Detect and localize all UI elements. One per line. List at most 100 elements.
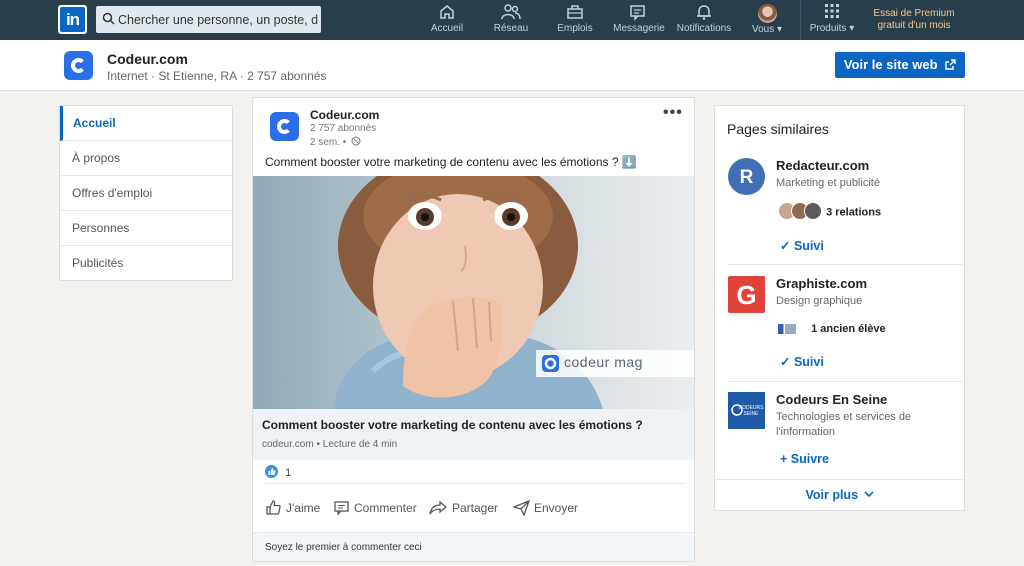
nav-item-label: Produits: [809, 23, 847, 34]
school-logo-icon: [778, 324, 796, 335]
nav-item-notifications[interactable]: Notifications: [672, 3, 736, 37]
post-author-followers: 2 757 abonnés: [310, 123, 377, 134]
relation-avatars: [778, 202, 822, 223]
grid-icon: [825, 4, 839, 18]
top-navigation-bar: in Accueil Réseau Emplois Messagerie Not…: [0, 0, 1024, 40]
like-reaction-icon: [265, 465, 278, 478]
visit-website-button[interactable]: Voir le site web: [835, 52, 965, 78]
feed-post: Codeur.com 2 757 abonnés 2 sem. • ••• Co…: [252, 97, 695, 562]
comment-icon: [334, 501, 349, 516]
similar-pages-title: Pages similaires: [727, 121, 829, 137]
post-link-preview[interactable]: Comment booster votre marketing de conte…: [253, 409, 694, 460]
share-button[interactable]: Partager: [429, 499, 498, 516]
linkedin-logo[interactable]: in: [58, 5, 87, 34]
similar-page-name[interactable]: Redacteur.com: [776, 158, 869, 173]
chevron-down-icon: ▾: [777, 24, 783, 35]
similar-page-name[interactable]: Graphiste.com: [776, 276, 867, 291]
network-icon: [501, 4, 521, 20]
search-input[interactable]: [118, 6, 318, 33]
similar-page-subtitle: Marketing et publicité: [776, 177, 880, 189]
similar-page-subtitle: Technologies et services de l'informatio…: [776, 411, 912, 438]
following-button[interactable]: ✓ Suivi: [780, 238, 824, 253]
like-button[interactable]: J'aime: [265, 499, 320, 516]
send-icon: [511, 499, 531, 517]
chevron-down-icon: ▾: [849, 23, 855, 34]
post-timestamp: 2 sem. •: [310, 136, 361, 148]
nav-item-label: Emplois: [557, 23, 593, 34]
bell-icon: [697, 5, 711, 20]
company-logo[interactable]: [64, 51, 93, 80]
panel-divider: [715, 479, 964, 480]
reaction-count-value: 1: [285, 467, 292, 479]
send-button[interactable]: Envoyer: [511, 499, 578, 517]
thumbs-up-icon: [266, 500, 281, 515]
following-button[interactable]: ✓ Suivi: [780, 354, 824, 369]
link-preview-title: Comment booster votre marketing de conte…: [262, 418, 643, 432]
similar-page-relations[interactable]: 3 relations: [778, 202, 881, 223]
see-more-button[interactable]: Voir plus: [715, 488, 964, 502]
messaging-icon: [630, 5, 645, 21]
post-text: Comment booster votre marketing de conte…: [265, 155, 637, 169]
nav-item-me[interactable]: Vous ▾: [746, 3, 788, 37]
like-label: J'aime: [286, 501, 321, 515]
similar-divider: [727, 264, 963, 265]
link-preview-meta: codeur.com • Lecture de 4 min: [262, 439, 398, 450]
post-divider: [265, 483, 684, 484]
linkedin-logo-text: in: [60, 7, 85, 32]
company-meta: Internet · St Etienne, RA · 2 757 abonné…: [107, 69, 327, 83]
post-author-name[interactable]: Codeur.com: [310, 108, 379, 122]
image-watermark-text: codeur mag: [564, 354, 643, 370]
premium-line-2: gratuit d'un mois: [877, 20, 951, 31]
logo-letter: R: [740, 167, 754, 188]
search-icon: [102, 12, 115, 25]
menu-item-home[interactable]: Accueil: [60, 106, 232, 141]
post-author-logo[interactable]: [270, 112, 299, 141]
nav-item-home[interactable]: Accueil: [428, 3, 466, 37]
menu-item-people[interactable]: Personnes: [60, 211, 232, 246]
nav-item-label: Notifications: [676, 23, 732, 34]
menu-item-ads[interactable]: Publicités: [60, 246, 232, 281]
visit-website-label: Voir le site web: [843, 57, 938, 72]
external-link-icon: [945, 59, 956, 70]
search-box[interactable]: [96, 6, 321, 33]
similar-page-logo[interactable]: G: [728, 276, 765, 313]
premium-trial-link[interactable]: Essai de Premium gratuit d'un mois: [868, 8, 960, 32]
similar-page-subtitle: Design graphique: [776, 295, 863, 307]
company-page-menu: Accueil À propos Offres d'emploi Personn…: [59, 105, 233, 281]
menu-item-about[interactable]: À propos: [60, 141, 232, 176]
similar-page-logo[interactable]: R: [728, 158, 765, 195]
nav-item-products[interactable]: Produits ▾: [804, 3, 860, 37]
nav-item-label: Accueil: [430, 23, 464, 34]
company-name[interactable]: Codeur.com: [107, 51, 188, 67]
similar-divider: [727, 381, 963, 382]
post-image[interactable]: codeur mag: [253, 176, 694, 409]
nav-item-label: Messagerie: [613, 23, 665, 34]
menu-item-jobs[interactable]: Offres d'emploi: [60, 176, 232, 211]
follow-button[interactable]: + Suivre: [780, 452, 829, 466]
similar-page-alumni[interactable]: 1 ancien élève: [778, 323, 886, 335]
comment-prompt[interactable]: Soyez le premier à commenter ceci: [253, 532, 694, 561]
logo-letter: G: [736, 280, 756, 310]
more-options-icon[interactable]: •••: [663, 104, 683, 122]
comment-button[interactable]: Commenter: [333, 499, 417, 516]
see-more-label: Voir plus: [805, 488, 859, 502]
globe-icon: [351, 136, 361, 146]
similar-pages-panel: Pages similaires R Redacteur.com Marketi…: [714, 105, 965, 511]
nav-item-messaging[interactable]: Messagerie: [612, 3, 666, 37]
reaction-count[interactable]: 1: [265, 465, 291, 479]
share-label: Partager: [452, 501, 499, 515]
comment-label: Commenter: [354, 501, 417, 515]
user-avatar: [757, 4, 777, 23]
home-icon: [440, 5, 454, 19]
chevron-down-icon: [863, 491, 874, 498]
girl-surprised-illustration: [253, 176, 694, 409]
company-header: Codeur.com Internet · St Etienne, RA · 2…: [0, 40, 1024, 91]
post-time-text: 2 sem. •: [310, 137, 347, 148]
nav-item-label: Vous: [751, 24, 775, 35]
nav-item-jobs[interactable]: Emplois: [555, 3, 595, 37]
nav-item-network[interactable]: Réseau: [491, 3, 531, 37]
nav-item-label: Réseau: [493, 23, 529, 34]
similar-page-logo[interactable]: CODEURS SEINE: [728, 392, 765, 429]
alumni-text: 1 ancien élève: [811, 323, 886, 335]
similar-page-name[interactable]: Codeurs En Seine: [776, 392, 887, 407]
